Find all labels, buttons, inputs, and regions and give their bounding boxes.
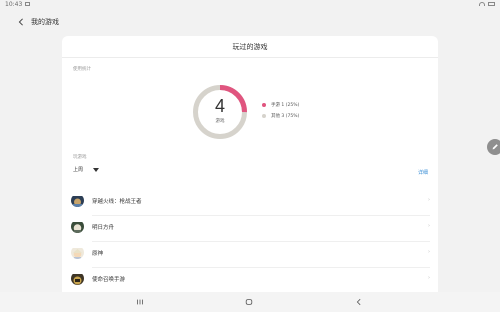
battery-icon <box>488 2 495 6</box>
game-list-item[interactable]: 原神 › <box>62 242 438 268</box>
game-name: 使命召唤手游 <box>92 277 126 283</box>
game-name: 穿越火线：枪战王者 <box>92 199 142 205</box>
chevron-right-icon: › <box>428 275 430 281</box>
image-notification-icon <box>25 2 30 6</box>
legend-label: 其他 3 (75%) <box>271 113 300 119</box>
system-back-button[interactable] <box>353 297 365 307</box>
chevron-right-icon: › <box>428 197 430 203</box>
wifi-icon <box>479 2 485 6</box>
donut-chart: 4 游戏 <box>190 82 250 142</box>
chevron-right-icon: › <box>428 223 430 229</box>
period-dropdown-value: 上周 <box>73 167 84 173</box>
chevron-right-icon: › <box>428 249 430 255</box>
back-button[interactable] <box>14 15 28 29</box>
genshin-game-icon <box>71 246 84 259</box>
details-link[interactable]: 详细 <box>418 169 428 176</box>
period-dropdown[interactable]: 上周 <box>73 166 100 173</box>
game-list-item[interactable]: 使命召唤手游 › <box>62 268 438 294</box>
home-button[interactable] <box>243 297 255 307</box>
status-icons <box>479 2 495 6</box>
back-icon <box>356 298 361 306</box>
chart-section-label: 使用统计 <box>73 67 91 72</box>
back-arrow-icon <box>18 18 23 26</box>
page-title: 我的游戏 <box>31 18 59 26</box>
status-time: 10:43 <box>5 1 23 8</box>
arknights-game-icon <box>71 220 84 233</box>
chart-legend: 手游 1 (25%) 其他 3 (75%) <box>262 99 299 121</box>
recent-apps-icon <box>137 299 143 305</box>
cf-game-icon <box>71 194 84 207</box>
played-games-card: 玩过的游戏 使用统计 4 游戏 手游 1 (25%) 其他 3 (75%) 玩游… <box>62 36 438 312</box>
top-bar: 我的游戏 <box>0 10 500 34</box>
cod-game-icon <box>71 272 84 285</box>
status-bar: 10:43 <box>0 0 500 10</box>
home-icon <box>245 299 253 305</box>
donut-center-label: 游戏 <box>215 119 225 124</box>
legend-item: 手游 1 (25%) <box>262 99 299 110</box>
game-list-item[interactable]: 明日方舟 › <box>62 216 438 242</box>
game-name: 明日方舟 <box>92 225 115 231</box>
divider <box>62 57 438 58</box>
navigation-bar <box>0 292 500 312</box>
card-title: 玩过的游戏 <box>232 43 268 51</box>
donut-center-value: 4 <box>214 96 225 116</box>
edit-button[interactable] <box>487 139 500 155</box>
game-list-item[interactable]: 穿越火线：枪战王者 › <box>62 190 438 216</box>
legend-dot-pink <box>262 102 266 107</box>
game-name: 原神 <box>92 251 104 257</box>
recent-apps-button[interactable] <box>134 297 146 307</box>
pencil-icon <box>492 144 498 150</box>
list-section-label: 玩游戏 <box>73 155 87 160</box>
legend-dot-gray <box>262 113 266 118</box>
dropdown-arrow-icon <box>93 167 100 172</box>
legend-label: 手游 1 (25%) <box>271 102 300 108</box>
legend-item: 其他 3 (75%) <box>262 110 299 121</box>
